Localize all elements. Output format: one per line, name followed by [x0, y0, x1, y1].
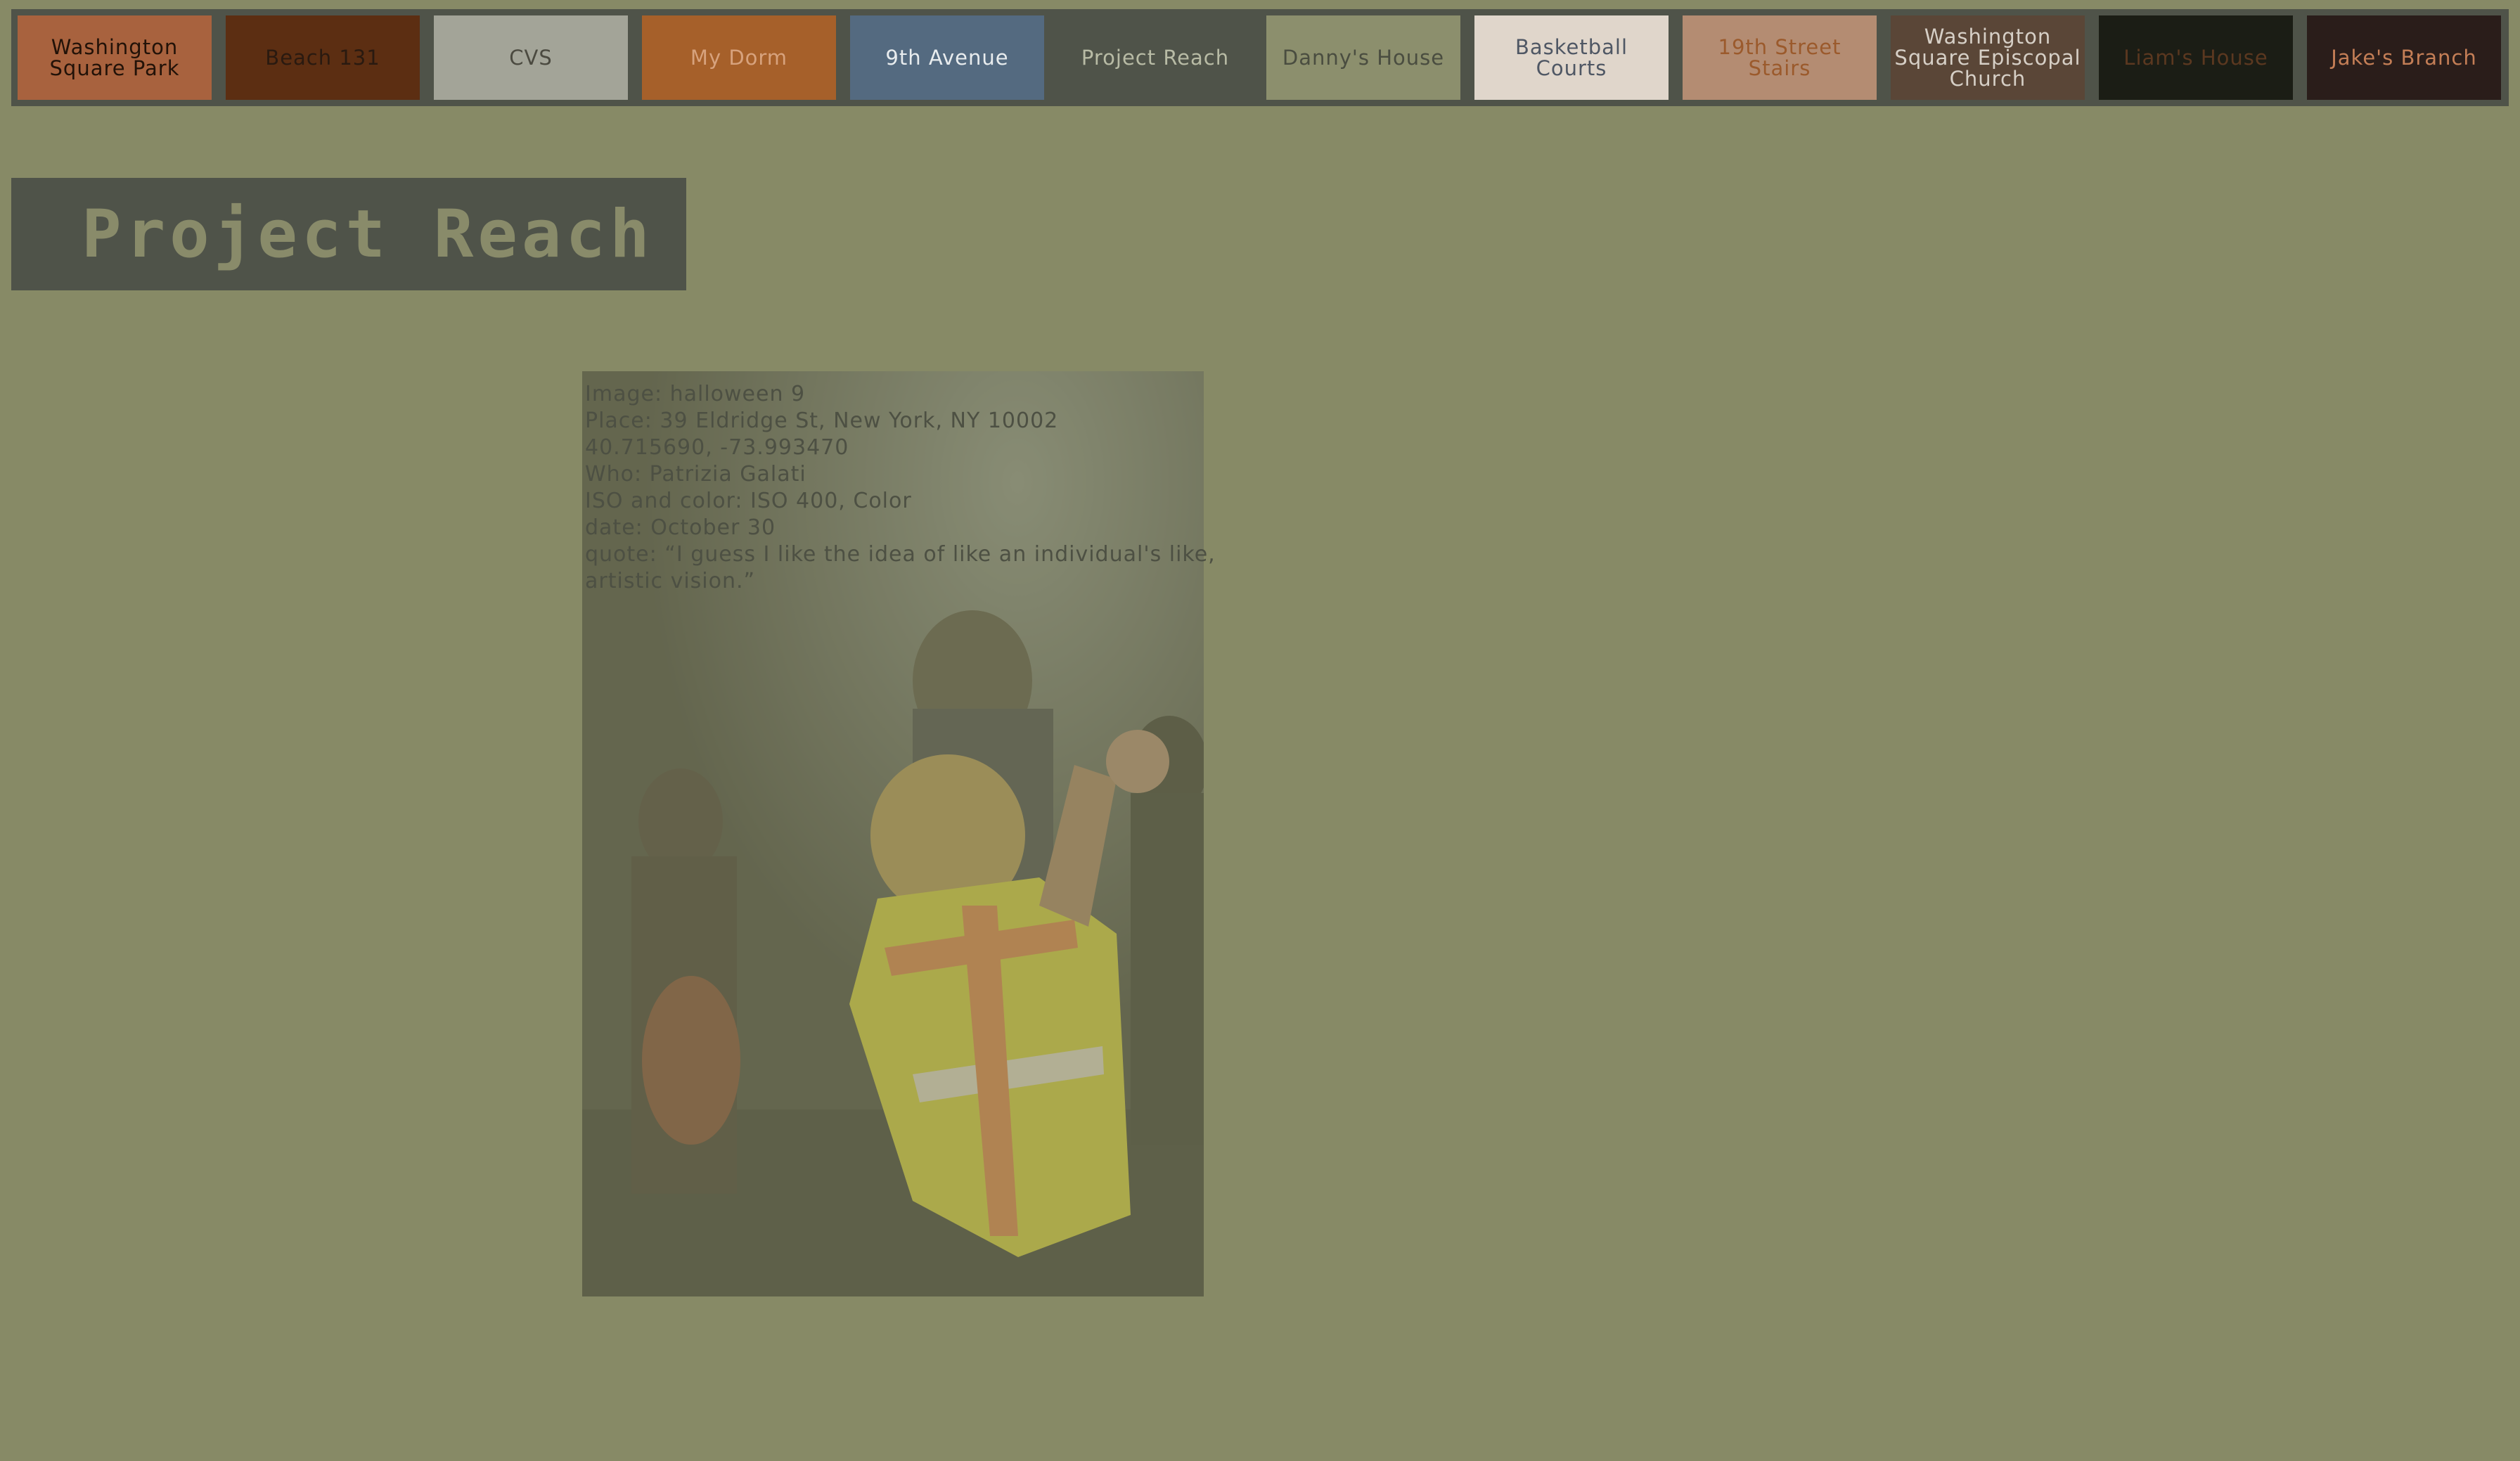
top-nav: Washington Square Park Beach 131 CVS My …: [11, 9, 2509, 106]
page-title-box: Project Reach: [11, 178, 686, 290]
nav-beach-131[interactable]: Beach 131: [226, 15, 420, 100]
photo-caption: Image: halloween 9 Place: 39 Eldridge St…: [585, 381, 1246, 595]
nav-label: Beach 131: [265, 46, 380, 70]
nav-project-reach[interactable]: Project Reach: [1058, 15, 1252, 100]
caption-iso: ISO and color: ISO 400, Color: [585, 489, 912, 513]
caption-date: date: October 30: [585, 515, 776, 540]
caption-who: Who: Patrizia Galati: [585, 462, 806, 487]
nav-my-dorm[interactable]: My Dorm: [642, 15, 836, 100]
caption-place: Place: 39 Eldridge St, New York, NY 1000…: [585, 408, 1059, 433]
nav-label: Jake's Branch: [2331, 46, 2477, 70]
nav-19th-street-stairs[interactable]: 19th Street Stairs: [1683, 15, 1877, 100]
nav-jakes-branch[interactable]: Jake's Branch: [2307, 15, 2501, 100]
nav-basketball-courts[interactable]: Basketball Courts: [1474, 15, 1669, 100]
nav-9th-avenue[interactable]: 9th Avenue: [850, 15, 1044, 100]
nav-label: My Dorm: [690, 46, 788, 70]
nav-label: Washington Square Episcopal Church: [1894, 25, 2081, 91]
nav-label: 9th Avenue: [885, 46, 1009, 70]
nav-label: Basketball Courts: [1515, 35, 1628, 80]
nav-cvs[interactable]: CVS: [434, 15, 628, 100]
caption-quote: quote: “I guess I like the idea of like …: [585, 542, 1223, 593]
nav-label: CVS: [509, 46, 553, 70]
nav-washington-square-park[interactable]: Washington Square Park: [18, 15, 212, 100]
page-title: Project Reach: [82, 195, 654, 273]
nav-label: Liam's House: [2123, 46, 2268, 70]
caption-image: Image: halloween 9: [585, 382, 806, 406]
nav-label: 19th Street Stairs: [1718, 35, 1841, 80]
nav-liams-house[interactable]: Liam's House: [2099, 15, 2293, 100]
caption-coords: 40.715690, -73.993470: [585, 435, 849, 460]
nav-label: Danny's House: [1282, 46, 1445, 70]
nav-label: Washington Square Park: [49, 35, 180, 80]
nav-label: Project Reach: [1081, 46, 1230, 70]
nav-dannys-house[interactable]: Danny's House: [1266, 15, 1460, 100]
nav-washington-square-episcopal-church[interactable]: Washington Square Episcopal Church: [1891, 15, 2085, 100]
